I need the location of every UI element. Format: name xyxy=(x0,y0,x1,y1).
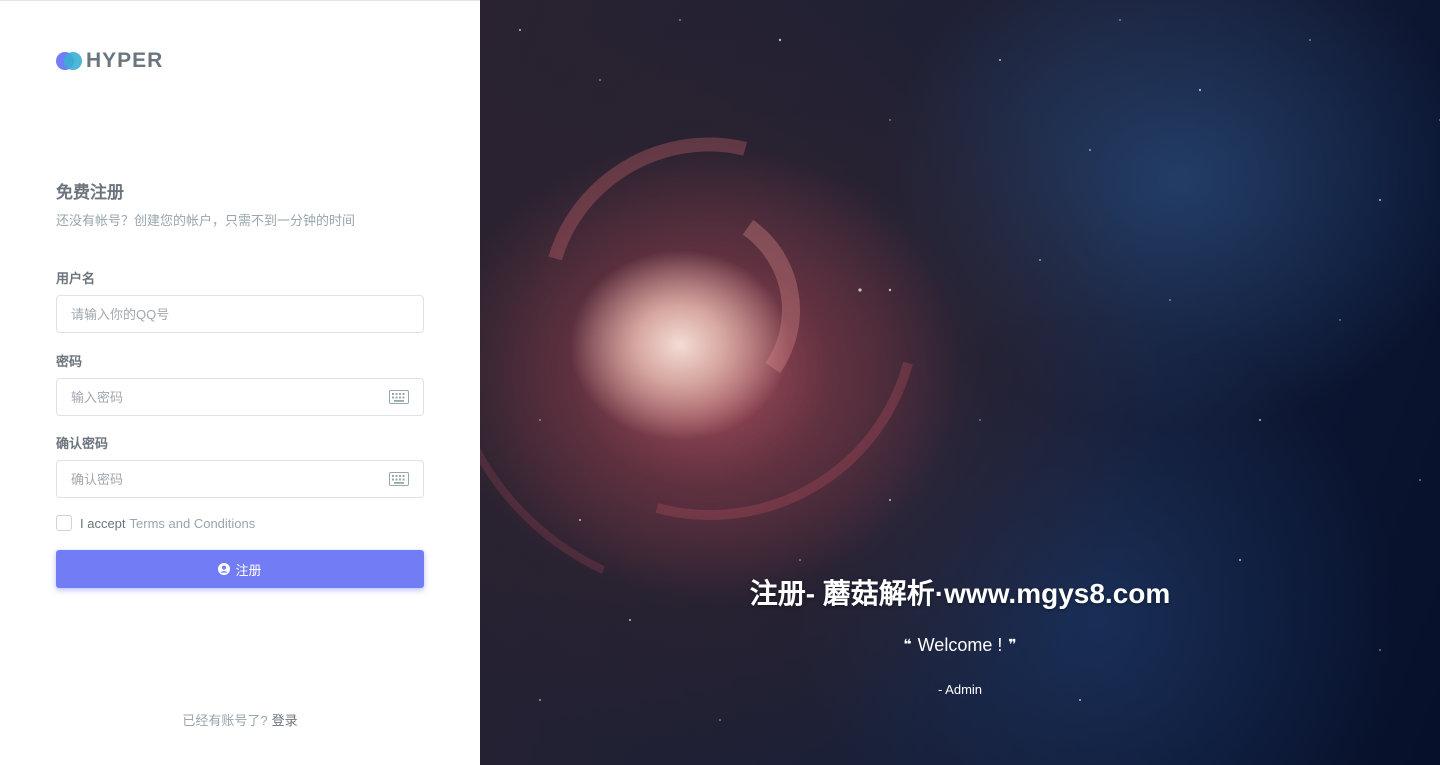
hero-title: 注册- 蘑菇解析·www.mgys8.com xyxy=(749,578,1171,609)
terms-prefix: I accept xyxy=(80,515,126,531)
logo-icon xyxy=(56,50,83,72)
user-circle-icon xyxy=(218,563,231,575)
password-label: 密码 xyxy=(56,354,83,369)
quote-close-icon: ❞ xyxy=(1008,636,1017,652)
terms-checkbox[interactable] xyxy=(56,515,72,531)
username-input[interactable] xyxy=(57,296,423,332)
terms-row: I accept Terms and Conditions xyxy=(56,515,255,531)
password-input[interactable] xyxy=(57,379,423,415)
username-field-wrapper xyxy=(56,295,424,333)
terms-link[interactable]: Terms and Conditions xyxy=(130,516,256,531)
hero-quote: ❝ Welcome ! ❞ xyxy=(480,635,1440,656)
quote-open-icon: ❝ xyxy=(903,636,912,652)
password-field-wrapper xyxy=(56,378,424,416)
auth-panel: HYPER 免费注册 还没有帐号？创建您的帐户，只需不到一分钟的时间 用户名 密… xyxy=(0,0,480,765)
page-subtitle: 还没有帐号？创建您的帐户，只需不到一分钟的时间 xyxy=(56,213,356,228)
page-title: 免费注册 xyxy=(56,183,124,202)
login-link[interactable]: 登录 xyxy=(272,713,298,728)
register-button[interactable]: 注册 xyxy=(56,550,424,588)
keyboard-icon[interactable] xyxy=(389,472,409,486)
terms-label: I accept Terms and Conditions xyxy=(80,516,255,531)
login-prompt: 已经有账号了? 登录 xyxy=(0,710,480,729)
username-label: 用户名 xyxy=(56,271,96,286)
logo[interactable]: HYPER xyxy=(56,49,163,73)
confirm-password-input[interactable] xyxy=(57,461,423,497)
confirm-password-label: 确认密码 xyxy=(56,436,109,451)
register-button-label: 注册 xyxy=(235,562,262,578)
hero-author: - Admin xyxy=(937,682,983,697)
login-prompt-text: 已经有账号了? xyxy=(182,713,268,728)
keyboard-icon[interactable] xyxy=(389,390,409,404)
logo-text: HYPER xyxy=(86,49,164,72)
hero-content: 注册- 蘑菇解析·www.mgys8.com ❝ Welcome ! ❞ - Adm… xyxy=(480,0,1440,765)
hero-background: 注册- 蘑菇解析·www.mgys8.com ❝ Welcome ! ❞ - Adm… xyxy=(480,0,1440,765)
hero-quote-text: Welcome ! xyxy=(917,635,1003,655)
confirm-password-field-wrapper xyxy=(56,460,424,498)
